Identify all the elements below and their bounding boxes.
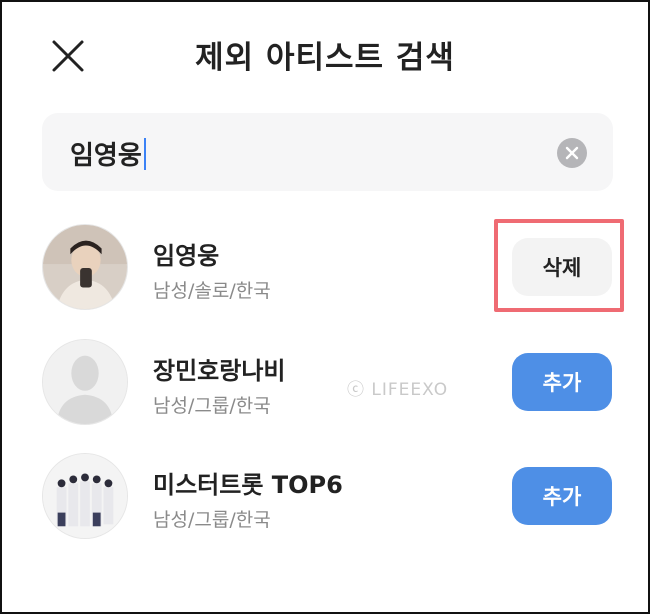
avatar [42,224,128,310]
highlight-annotation [494,219,624,312]
search-value: 임영웅 [70,141,142,171]
artist-name: 미스터트롯 TOP6 [153,471,343,499]
search-field[interactable]: 임영웅 [70,135,146,172]
list-item: 장민호랑나비 남성/그룹/한국 추가 [42,339,622,425]
artist-meta: 남성/그룹/한국 [153,509,271,531]
add-button[interactable]: 추가 [512,353,612,411]
artist-meta: 남성/그룹/한국 [153,395,271,417]
page-title: 제외 아티스트 검색 [195,40,455,76]
search-input[interactable]: 임영웅 [42,113,613,191]
add-button[interactable]: 추가 [512,467,612,525]
avatar [42,453,128,539]
artist-meta: 남성/솔로/한국 [153,280,271,302]
avatar [42,339,128,425]
watermark: ⓒ LIFEEXO [347,380,449,400]
artist-name: 임영웅 [153,242,220,270]
default-person-icon [43,340,127,424]
list-item: 미스터트롯 TOP6 남성/그룹/한국 추가 [42,453,622,539]
clear-icon[interactable] [557,138,587,168]
x-icon [565,146,579,160]
text-caret [143,137,146,170]
artist-name: 장민호랑나비 [153,357,286,385]
